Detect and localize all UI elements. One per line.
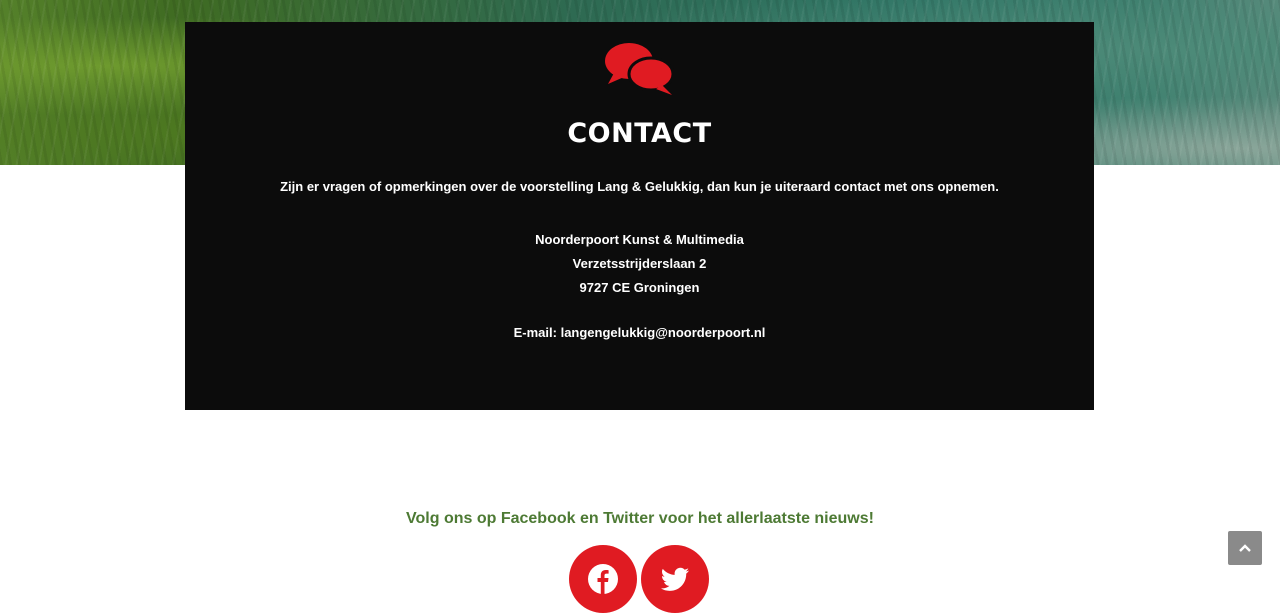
address-city: 9727 CE Groningen (579, 280, 700, 295)
facebook-button[interactable] (569, 545, 637, 613)
contact-section: CONTACT Zijn er vragen of opmerkingen ov… (185, 22, 1094, 410)
twitter-icon (660, 567, 689, 591)
address-street: Verzetsstrijderslaan 2 (572, 256, 707, 271)
address-name: Noorderpoort Kunst & Multimedia (535, 232, 744, 247)
chat-bubbles-icon (605, 43, 675, 95)
contact-title: CONTACT (567, 118, 712, 149)
chevron-up-icon (1239, 544, 1251, 552)
twitter-button[interactable] (641, 545, 709, 613)
email-line[interactable]: E-mail: langengelukkig@noorderpoort.nl (185, 325, 1094, 340)
address-block: Noorderpoort Kunst & Multimedia Verzetss… (185, 228, 1094, 300)
facebook-icon (588, 564, 618, 594)
scroll-to-top-button[interactable] (1228, 531, 1262, 565)
contact-intro-text: Zijn er vragen of opmerkingen over de vo… (280, 179, 999, 194)
follow-us-text: Volg ons op Facebook en Twitter voor het… (406, 510, 874, 527)
